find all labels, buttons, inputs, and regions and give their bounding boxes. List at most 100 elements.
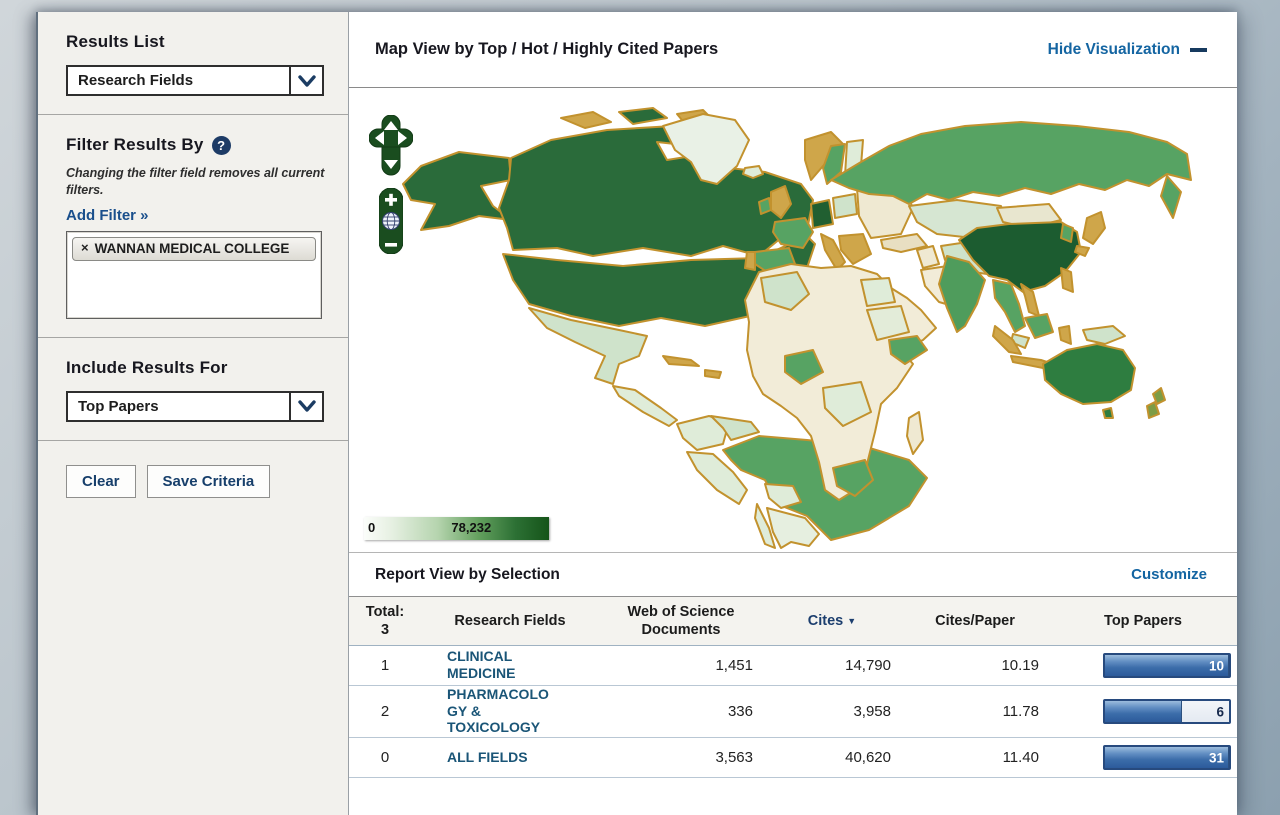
cites-per-paper-cell: 11.40 <box>901 749 1049 766</box>
region-japan <box>1083 212 1105 244</box>
chevron-down-icon[interactable] <box>289 67 322 94</box>
map-legend: 0 78,232 <box>364 517 549 540</box>
region-canada <box>499 126 813 256</box>
region-borneo <box>1025 314 1053 338</box>
region-egypt <box>861 278 895 306</box>
filter-note: Changing the filter field removes all cu… <box>66 165 326 199</box>
map-pan-control[interactable] <box>369 115 413 179</box>
cites-cell: 40,620 <box>763 749 901 766</box>
clear-button[interactable]: Clear <box>66 465 136 498</box>
results-list-dropdown-value: Research Fields <box>68 67 203 94</box>
filter-chip-label: WANNAN MEDICAL COLLEGE <box>95 241 290 257</box>
documents-cell: 3,563 <box>599 749 763 766</box>
main-content: Map View by Top / Hot / Highly Cited Pap… <box>349 12 1237 815</box>
include-results-dropdown[interactable]: Top Papers <box>66 391 324 422</box>
table-row: 1 CLINICAL MEDICINE 1,451 14,790 10.19 1… <box>349 646 1237 686</box>
top-papers-bar: 31 <box>1103 745 1231 770</box>
rank-cell: 1 <box>349 657 421 674</box>
column-top-papers[interactable]: Top Papers <box>1049 607 1237 635</box>
map-canvas: 0 78,232 <box>349 88 1237 552</box>
customize-link[interactable]: Customize <box>1131 566 1207 583</box>
field-link[interactable]: CLINICAL MEDICINE <box>447 648 557 681</box>
top-papers-value: 10 <box>1209 658 1224 673</box>
region-central-america <box>613 386 677 426</box>
column-documents[interactable]: Web of Science Documents <box>599 598 763 644</box>
region-tasmania <box>1103 408 1113 418</box>
active-filters-list: × WANNAN MEDICAL COLLEGE <box>66 231 322 319</box>
map-title: Map View by Top / Hot / Highly Cited Pap… <box>375 40 718 59</box>
table-row: 0 ALL FIELDS 3,563 40,620 11.40 31 <box>349 738 1237 778</box>
include-results-title: Include Results For <box>66 358 328 378</box>
filter-section: Filter Results By ? Changing the filter … <box>38 115 348 338</box>
app-window: Results List Research Fields Filter Resu… <box>36 12 1237 815</box>
hide-visualization-link[interactable]: Hide Visualization <box>1048 41 1207 59</box>
save-criteria-button[interactable]: Save Criteria <box>147 465 271 498</box>
region-korea <box>1061 224 1073 242</box>
region-australia <box>1043 344 1135 404</box>
globe-icon <box>383 213 400 230</box>
region-kamchatka <box>1161 176 1181 218</box>
top-papers-bar: 10 <box>1103 653 1231 678</box>
report-header: Report View by Selection Customize <box>349 552 1237 597</box>
field-link[interactable]: PHARMACOLOGY & TOXICOLOGY <box>447 686 557 736</box>
cites-cell: 14,790 <box>763 657 901 674</box>
cites-cell: 3,958 <box>763 703 901 720</box>
legend-min-label: 0 <box>368 520 375 535</box>
sidebar: Results List Research Fields Filter Resu… <box>38 12 349 815</box>
filter-title: Filter Results By <box>66 135 204 155</box>
region-arctic-island-mid <box>619 108 667 124</box>
cites-per-paper-cell: 11.78 <box>901 703 1049 720</box>
region-russia <box>831 122 1191 204</box>
column-cites-per-paper[interactable]: Cites/Paper <box>901 607 1049 635</box>
region-hispaniola <box>705 370 721 378</box>
rank-cell: 0 <box>349 749 421 766</box>
actions-section: Clear Save Criteria <box>38 441 348 516</box>
region-new-guinea <box>1083 326 1125 344</box>
cites-per-paper-cell: 10.19 <box>901 657 1049 674</box>
legend-max-label: 78,232 <box>451 520 491 535</box>
region-levant <box>917 246 939 268</box>
results-list-dropdown[interactable]: Research Fields <box>66 65 324 96</box>
top-papers-value: 31 <box>1209 750 1224 765</box>
region-portugal <box>745 252 755 270</box>
help-icon[interactable]: ? <box>212 136 231 155</box>
top-papers-bar-fill <box>1105 701 1182 722</box>
add-filter-link[interactable]: Add Filter » <box>66 207 149 224</box>
region-ireland <box>759 198 771 214</box>
documents-cell: 336 <box>599 703 763 720</box>
region-madagascar <box>907 412 923 454</box>
filter-chip[interactable]: × WANNAN MEDICAL COLLEGE <box>72 237 316 262</box>
top-papers-value: 6 <box>1216 704 1224 719</box>
column-total: Total: 3 <box>349 598 421 644</box>
include-results-section: Include Results For Top Papers <box>38 338 348 441</box>
rank-cell: 2 <box>349 703 421 720</box>
results-list-title: Results List <box>66 32 328 52</box>
hide-visualization-label: Hide Visualization <box>1048 41 1180 59</box>
map-zoom-control[interactable] <box>379 188 403 254</box>
region-philippines <box>1061 268 1073 292</box>
report-title: Report View by Selection <box>375 566 560 584</box>
region-germany <box>811 200 833 228</box>
map-header: Map View by Top / Hot / Highly Cited Pap… <box>349 12 1237 88</box>
table-row: 2 PHARMACOLOGY & TOXICOLOGY 336 3,958 11… <box>349 686 1237 738</box>
world-map <box>361 88 1201 552</box>
column-research-fields[interactable]: Research Fields <box>421 607 599 635</box>
column-cites-sorted[interactable]: Cites ▼ <box>763 607 901 635</box>
region-poland <box>833 194 857 218</box>
region-cuba <box>663 356 699 366</box>
region-arctic-island-west <box>561 112 611 128</box>
results-list-section: Results List Research Fields <box>38 12 348 115</box>
table-header-row: Total: 3 Research Fields Web of Science … <box>349 597 1237 646</box>
documents-cell: 1,451 <box>599 657 763 674</box>
collapse-dash-icon <box>1190 48 1207 52</box>
top-papers-bar: 6 <box>1103 699 1231 724</box>
field-link[interactable]: ALL FIELDS <box>447 749 557 766</box>
include-results-dropdown-value: Top Papers <box>68 393 169 420</box>
region-sulawesi <box>1059 326 1071 344</box>
zoom-out-icon <box>385 243 397 247</box>
chevron-down-icon[interactable] <box>289 393 322 420</box>
region-alaska <box>403 152 511 230</box>
sort-desc-icon: ▼ <box>847 616 856 626</box>
region-iceland <box>743 166 763 178</box>
remove-filter-icon[interactable]: × <box>81 241 89 257</box>
